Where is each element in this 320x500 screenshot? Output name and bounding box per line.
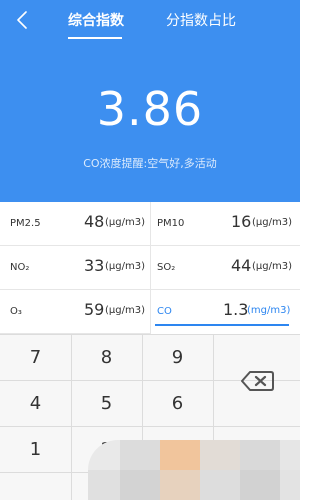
pollutant-name: PM10 <box>157 218 185 229</box>
pollutant-value: 44 <box>231 256 252 275</box>
pollutant-unit: (μg/m3) <box>252 261 292 272</box>
active-tab-indicator <box>68 37 122 39</box>
pollutant-cell-no2[interactable]: NO₂ 33 (μg/m3) <box>0 246 150 290</box>
pollutant-name: O₃ <box>10 306 22 317</box>
pollutant-value: 48 <box>84 212 105 231</box>
pollutant-unit: (μg/m3) <box>105 261 145 272</box>
key-9[interactable]: 9 <box>142 335 213 379</box>
pollutant-cell-pm25[interactable]: PM2.5 48 (μg/m3) <box>0 202 150 246</box>
key-8[interactable]: 8 <box>71 335 142 379</box>
pollutant-unit: (mg/m3) <box>247 305 291 316</box>
header-panel: 综合指数 分指数占比 3.86 CO浓度提醒:空气好,多活动 <box>0 0 300 202</box>
pollutant-cell-co[interactable]: CO 1.3 (mg/m3) <box>150 290 300 334</box>
pollutant-value: 59 <box>84 300 105 319</box>
mosaic-overlay <box>88 440 300 500</box>
pollutant-name: NO₂ <box>10 262 30 273</box>
pollutant-cell-pm10[interactable]: PM10 16 (μg/m3) <box>150 202 300 246</box>
pollutant-value: 16 <box>231 212 252 231</box>
tab-composite-index[interactable]: 综合指数 <box>68 10 124 30</box>
pollutant-unit: (μg/m3) <box>105 305 145 316</box>
pollutant-name: SO₂ <box>157 262 176 273</box>
key-4[interactable]: 4 <box>0 381 71 425</box>
pollutant-name: PM2.5 <box>10 218 41 229</box>
tab-bar: 综合指数 分指数占比 <box>0 0 300 44</box>
tab-sub-index-ratio[interactable]: 分指数占比 <box>166 10 236 30</box>
pollutant-unit: (μg/m3) <box>105 217 145 228</box>
backspace-button[interactable] <box>214 358 300 404</box>
active-input-underline <box>155 324 289 326</box>
key-5[interactable]: 5 <box>71 381 142 425</box>
composite-index-value: 3.86 <box>96 82 204 136</box>
key-7[interactable]: 7 <box>0 335 71 379</box>
backspace-icon <box>241 371 274 391</box>
pollutant-cell-o3[interactable]: O₃ 59 (μg/m3) <box>0 290 150 334</box>
pollutant-cell-so2[interactable]: SO₂ 44 (μg/m3) <box>150 246 300 290</box>
key-1[interactable]: 1 <box>0 427 71 471</box>
pollutant-value: 33 <box>84 256 105 275</box>
grid-divider <box>150 202 151 334</box>
pollutant-unit: (μg/m3) <box>252 217 292 228</box>
air-quality-tip: CO浓度提醒:空气好,多活动 <box>83 157 217 170</box>
pollutant-name: CO <box>157 306 172 317</box>
pollutant-value: 1.3 <box>223 300 249 319</box>
key-6[interactable]: 6 <box>142 381 213 425</box>
